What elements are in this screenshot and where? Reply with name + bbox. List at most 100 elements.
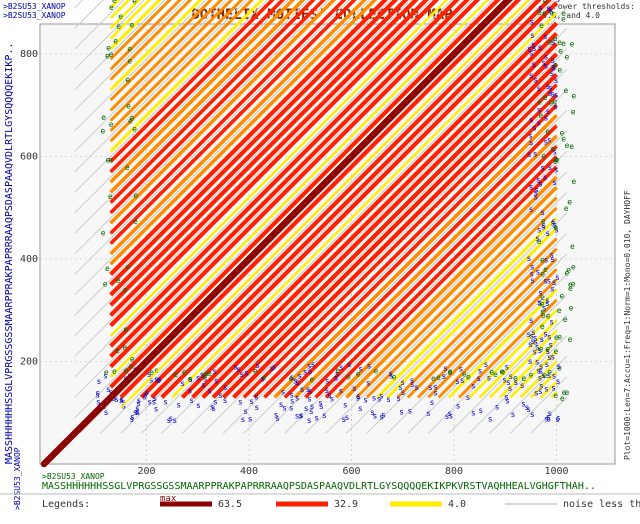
marker-e: e bbox=[537, 98, 542, 107]
marker-s: s bbox=[545, 229, 550, 238]
marker-e: e bbox=[126, 75, 131, 84]
marker-e: e bbox=[537, 8, 542, 17]
marker-e: e bbox=[537, 237, 542, 246]
seq-id-top-2: >B2SU53_XANOP bbox=[3, 11, 66, 20]
marker-s: s bbox=[538, 43, 543, 52]
marker-s: s bbox=[363, 395, 368, 404]
marker-e: e bbox=[553, 391, 558, 400]
marker-e: e bbox=[541, 217, 546, 226]
marker-s: s bbox=[433, 388, 438, 397]
marker-s: s bbox=[358, 404, 363, 413]
marker-s: s bbox=[156, 376, 161, 385]
marker-s: s bbox=[495, 402, 500, 411]
marker-s: s bbox=[210, 402, 215, 411]
marker-s: s bbox=[536, 84, 541, 93]
marker-e: e bbox=[538, 111, 543, 120]
marker-s: s bbox=[233, 363, 238, 372]
marker-e: e bbox=[182, 367, 187, 376]
marker-s: s bbox=[180, 379, 185, 388]
marker-s: s bbox=[201, 381, 206, 390]
marker-s: s bbox=[554, 166, 559, 175]
marker-s: s bbox=[196, 401, 201, 410]
marker-s: s bbox=[295, 393, 300, 402]
marker-s: s bbox=[547, 163, 552, 172]
marker-e: e bbox=[103, 280, 108, 289]
marker-s: s bbox=[471, 381, 476, 390]
marker-e: e bbox=[133, 217, 138, 226]
marker-e: e bbox=[543, 93, 548, 102]
marker-s: s bbox=[196, 373, 201, 382]
marker-e: e bbox=[568, 335, 573, 344]
marker-s: s bbox=[529, 18, 534, 27]
marker-s: s bbox=[448, 411, 453, 420]
legend-value: noise less tha bbox=[563, 499, 640, 510]
marker-e: e bbox=[207, 369, 212, 378]
marker-s: s bbox=[549, 69, 554, 78]
marker-s: s bbox=[529, 71, 534, 80]
marker-s: s bbox=[147, 398, 152, 407]
marker-e: e bbox=[557, 364, 562, 373]
marker-e: e bbox=[346, 372, 351, 381]
marker-s: s bbox=[189, 396, 194, 405]
marker-e: e bbox=[570, 242, 575, 251]
marker-s: s bbox=[239, 370, 244, 379]
marker-e: e bbox=[288, 374, 293, 383]
marker-s: s bbox=[212, 367, 217, 376]
marker-s: s bbox=[270, 364, 275, 373]
marker-s: s bbox=[506, 378, 511, 387]
marker-s: s bbox=[539, 335, 544, 344]
marker-s: s bbox=[547, 135, 552, 144]
marker-s: s bbox=[172, 416, 177, 425]
marker-e: e bbox=[539, 21, 544, 30]
marker-s: s bbox=[533, 149, 538, 158]
marker-s: s bbox=[238, 398, 243, 407]
marker-s: s bbox=[379, 412, 384, 421]
marker-s: s bbox=[366, 379, 371, 388]
marker-s: s bbox=[529, 205, 534, 214]
marker-e: e bbox=[126, 102, 131, 111]
marker-e: e bbox=[565, 52, 570, 61]
marker-e: e bbox=[571, 262, 576, 271]
marker-s: s bbox=[441, 372, 446, 381]
marker-e: e bbox=[542, 9, 547, 18]
y-tick-label: 800 bbox=[20, 49, 38, 60]
marker-e: e bbox=[122, 343, 127, 352]
marker-e: e bbox=[202, 373, 207, 382]
marker-e: e bbox=[549, 8, 554, 17]
marker-s: s bbox=[554, 76, 559, 85]
marker-s: s bbox=[386, 395, 391, 404]
marker-s: s bbox=[428, 383, 433, 392]
marker-e: e bbox=[123, 325, 128, 334]
marker-e: e bbox=[188, 374, 193, 383]
marker-s: s bbox=[430, 398, 435, 407]
marker-s: s bbox=[510, 410, 515, 419]
marker-s: s bbox=[254, 403, 259, 412]
marker-s: s bbox=[281, 387, 286, 396]
marker-s: s bbox=[528, 357, 533, 366]
bottom-sequence: MASSHHHHHHSSGLVPRGSSGSSMAARPPRAKPAPRRRAA… bbox=[42, 481, 596, 492]
marker-e: e bbox=[559, 129, 564, 138]
marker-e: e bbox=[173, 370, 178, 379]
marker-s: s bbox=[533, 75, 538, 84]
marker-s: s bbox=[549, 251, 554, 260]
marker-e: e bbox=[541, 152, 546, 161]
marker-s: s bbox=[214, 377, 219, 386]
marker-e: e bbox=[540, 322, 545, 331]
marker-s: s bbox=[478, 406, 483, 415]
x-tick-label: 400 bbox=[240, 466, 258, 477]
legend-value: 32.9 bbox=[334, 499, 358, 510]
marker-e: e bbox=[553, 347, 558, 356]
marker-s: s bbox=[543, 173, 548, 182]
marker-e: e bbox=[561, 15, 566, 24]
marker-e: e bbox=[539, 344, 544, 353]
right-caption: Plot=1000:Len=7:Accu=1:Freq=1:Norm=1:Mon… bbox=[623, 190, 632, 460]
marker-s: s bbox=[279, 400, 284, 409]
marker-e: e bbox=[112, 0, 117, 5]
marker-s: s bbox=[556, 377, 561, 386]
marker-s: s bbox=[533, 188, 538, 197]
marker-e: e bbox=[108, 192, 113, 201]
marker-s: s bbox=[96, 377, 101, 386]
marker-s: s bbox=[338, 386, 343, 395]
x-tick-label: 600 bbox=[342, 466, 360, 477]
marker-s: s bbox=[556, 0, 561, 4]
